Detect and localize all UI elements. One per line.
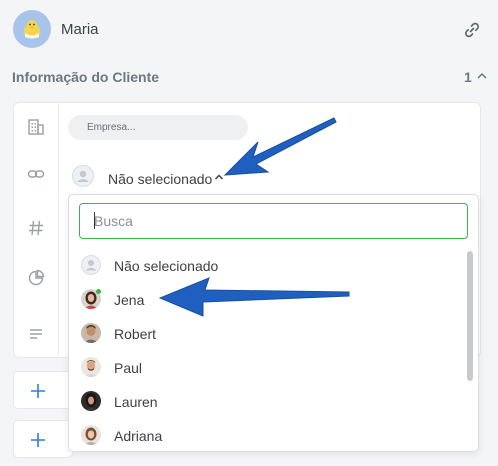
online-status-dot (96, 289, 101, 294)
section-title: Informação do Cliente (12, 69, 160, 85)
user-avatar[interactable] (13, 10, 51, 48)
hash-icon (29, 220, 43, 236)
plus-icon[interactable] (30, 383, 46, 399)
scrollbar-thumb[interactable] (467, 251, 473, 381)
building-icon (28, 119, 44, 135)
dropdown-option-none[interactable]: Não selecionado (69, 249, 464, 282)
option-label: Paul (114, 360, 143, 376)
link-icon[interactable] (463, 21, 481, 39)
owner-selector[interactable]: Não selecionado (108, 171, 212, 187)
pie-chart-icon (28, 269, 45, 286)
empresa-input[interactable]: Empresa... (68, 115, 248, 140)
dropdown-option-lauren[interactable]: Lauren (69, 385, 464, 418)
option-label: Lauren (114, 394, 158, 410)
chevron-up-icon[interactable] (214, 173, 224, 181)
chick-icon (24, 20, 40, 39)
avatar (81, 323, 101, 343)
avatar (81, 357, 101, 377)
placeholder-avatar-icon (72, 165, 94, 187)
avatar (81, 425, 101, 445)
placeholder-avatar-icon (81, 255, 101, 275)
dropdown-option-jena[interactable]: Jena (69, 283, 464, 316)
avatar (81, 391, 101, 411)
owner-dropdown: Não selecionado Jena Robert Paul (68, 194, 479, 452)
option-label: Não selecionado (114, 258, 219, 274)
dropdown-option-adriana[interactable]: Adriana (69, 419, 464, 451)
dropdown-option-robert[interactable]: Robert (69, 317, 464, 350)
option-label: Adriana (114, 428, 163, 444)
lines-icon (30, 329, 42, 339)
chevron-up-icon[interactable] (476, 70, 488, 82)
link-icon (27, 170, 45, 178)
dropdown-option-paul[interactable]: Paul (69, 351, 464, 384)
plus-icon[interactable] (30, 432, 46, 448)
user-header: Maria (0, 0, 498, 60)
option-label: Jena (114, 292, 145, 308)
section-count: 1 (464, 69, 472, 85)
user-name: Maria (61, 21, 99, 38)
search-input[interactable] (79, 203, 468, 239)
text-cursor (94, 212, 95, 229)
option-label: Robert (114, 326, 157, 342)
